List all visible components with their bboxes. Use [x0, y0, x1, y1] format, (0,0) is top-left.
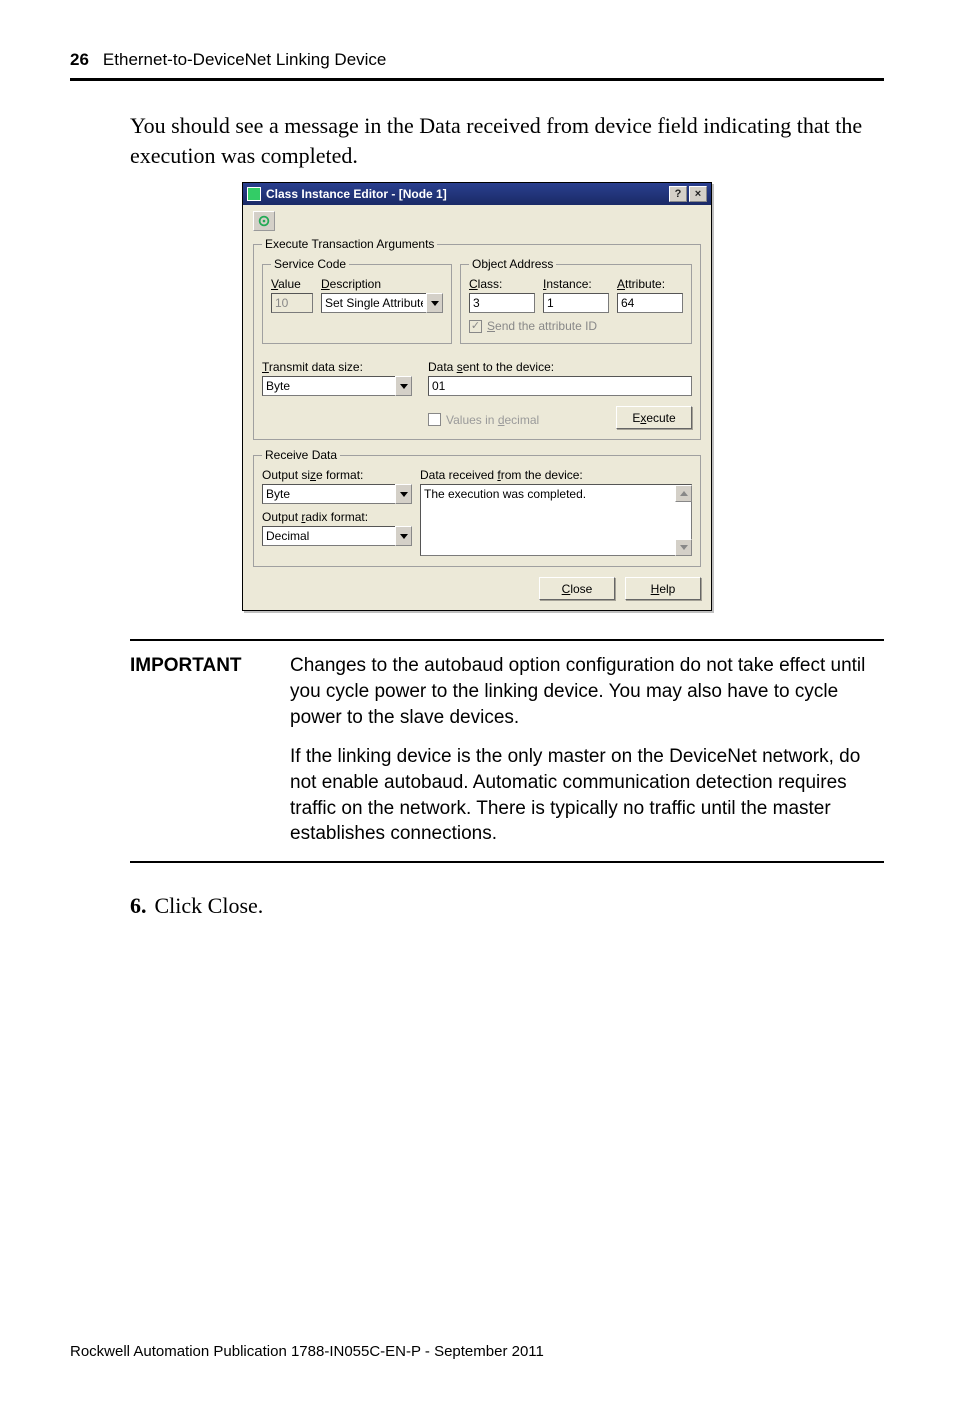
value-label: Value [271, 277, 313, 291]
values-in-decimal-label: Values in decimal [446, 413, 539, 427]
transmit-size-label: Transmit data size: [262, 360, 412, 374]
values-in-decimal-checkbox[interactable] [428, 413, 441, 426]
titlebar-text: Class Instance Editor - [Node 1] [266, 187, 667, 201]
output-size-input[interactable] [262, 484, 395, 504]
execute-button[interactable]: Execute [616, 406, 692, 429]
data-sent-label: Data sent to the device: [428, 360, 692, 374]
important-p2: If the linking device is the only master… [290, 744, 880, 847]
titlebar[interactable]: Class Instance Editor - [Node 1] ? × [243, 183, 711, 205]
execute-transaction-group: Execute Transaction Arguments Service Co… [253, 237, 701, 440]
toolbar-icon[interactable] [253, 211, 275, 231]
close-button[interactable]: Close [539, 577, 615, 600]
data-received-textarea[interactable]: The execution was completed. [420, 484, 692, 556]
help-button[interactable]: Help [625, 577, 701, 600]
gear-icon [257, 214, 271, 228]
titlebar-close-button[interactable]: × [689, 186, 707, 202]
instance-label: Instance: [543, 277, 609, 291]
data-sent-input[interactable] [428, 376, 692, 396]
data-received-label: Data received from the device: [420, 468, 692, 482]
receive-data-group: Receive Data Output size format: Output … [253, 448, 701, 567]
chevron-down-icon[interactable] [426, 293, 443, 313]
step-text: Click Close. [155, 893, 264, 918]
send-attribute-row: Send the attribute ID [469, 319, 683, 333]
step-number: 6. [130, 893, 147, 918]
description-label: Description [321, 277, 443, 291]
output-radix-input[interactable] [262, 526, 395, 546]
attribute-label: Attribute: [617, 277, 683, 291]
app-icon [247, 187, 261, 201]
header-rule [70, 78, 884, 81]
output-size-label: Output size format: [262, 468, 412, 482]
service-value-input[interactable] [271, 293, 313, 313]
output-radix-label: Output radix format: [262, 510, 412, 524]
step-6: 6. Click Close. [130, 893, 884, 919]
receive-data-legend: Receive Data [262, 448, 340, 462]
important-p1: Changes to the autobaud option configura… [290, 653, 880, 730]
class-input[interactable] [469, 293, 535, 313]
service-code-group: Service Code Value Description [262, 257, 452, 344]
page-header: 26 Ethernet-to-DeviceNet Linking Device [70, 50, 884, 70]
class-label: Class: [469, 277, 535, 291]
output-size-combo[interactable] [262, 484, 412, 504]
scroll-down-icon[interactable] [675, 539, 692, 556]
chevron-down-icon[interactable] [395, 526, 412, 546]
intro-paragraph: You should see a message in the Data rec… [130, 111, 874, 170]
scroll-up-icon[interactable] [675, 485, 692, 502]
titlebar-help-button[interactable]: ? [669, 186, 687, 202]
transmit-size-combo[interactable] [262, 376, 412, 396]
send-attribute-checkbox[interactable] [469, 320, 482, 333]
description-input[interactable] [321, 293, 426, 313]
important-label: IMPORTANT [130, 653, 290, 846]
chevron-down-icon[interactable] [395, 376, 412, 396]
service-code-legend: Service Code [271, 257, 349, 271]
object-address-group: Object Address Class: Instance: [460, 257, 692, 344]
important-box: IMPORTANT Changes to the autobaud option… [130, 639, 884, 862]
attribute-input[interactable] [617, 293, 683, 313]
page-number: 26 [70, 50, 89, 69]
page-footer: Rockwell Automation Publication 1788-IN0… [70, 1343, 544, 1360]
execute-transaction-legend: Execute Transaction Arguments [262, 237, 437, 251]
class-instance-editor-dialog: Class Instance Editor - [Node 1] ? × Exe… [242, 182, 712, 611]
object-address-legend: Object Address [469, 257, 556, 271]
send-attribute-label: Send the attribute ID [487, 319, 597, 333]
chevron-down-icon[interactable] [395, 484, 412, 504]
values-in-decimal-row: Values in decimal [428, 413, 600, 427]
transmit-size-input[interactable] [262, 376, 395, 396]
instance-input[interactable] [543, 293, 609, 313]
output-radix-combo[interactable] [262, 526, 412, 546]
description-combo[interactable] [321, 293, 443, 313]
header-title: Ethernet-to-DeviceNet Linking Device [103, 50, 386, 69]
